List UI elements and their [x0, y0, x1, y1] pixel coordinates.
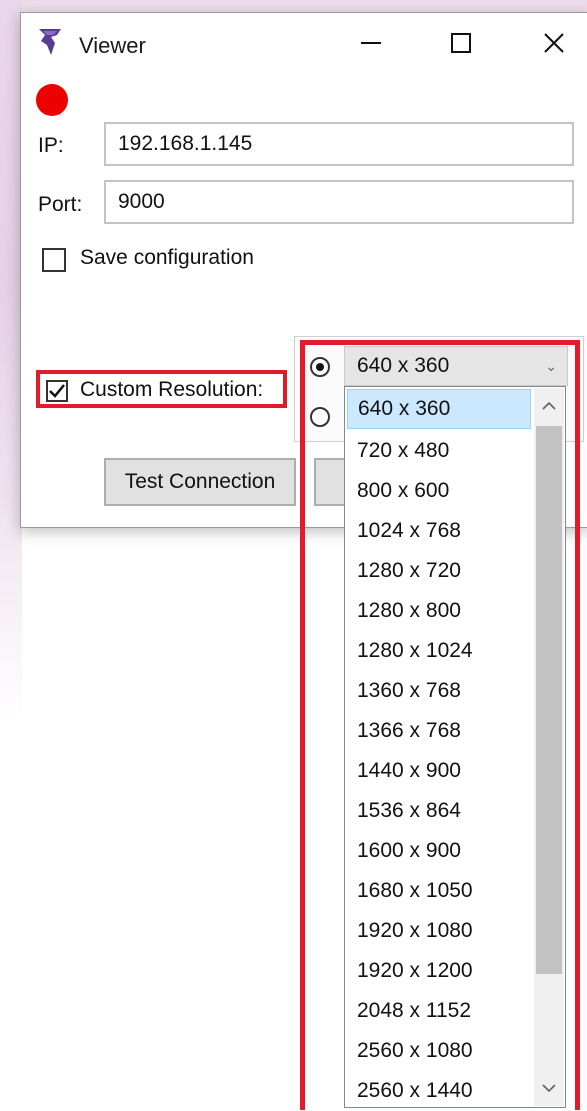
- save-configuration-label: Save configuration: [80, 246, 254, 269]
- test-connection-button[interactable]: Test Connection: [104, 458, 296, 506]
- window-title: Viewer: [79, 33, 146, 58]
- status-indicator: [36, 84, 68, 116]
- desktop-background-top: [22, 0, 587, 12]
- minimize-button[interactable]: [346, 23, 396, 63]
- close-icon: [544, 33, 564, 53]
- custom-resolution-checkbox[interactable]: [46, 380, 68, 402]
- checkmark-icon: [49, 384, 65, 398]
- maximize-button[interactable]: [436, 23, 486, 63]
- close-button[interactable]: [529, 23, 579, 63]
- desktop-background: [0, 0, 22, 720]
- app-icon: [39, 29, 61, 55]
- title-bar[interactable]: Viewer: [21, 13, 587, 75]
- custom-resolution-label: Custom Resolution:: [80, 378, 264, 401]
- ip-field[interactable]: 192.168.1.145: [104, 122, 574, 166]
- save-configuration-checkbox[interactable]: [42, 248, 66, 272]
- port-label: Port:: [38, 193, 83, 216]
- resolution-dropdown-highlight: [300, 340, 580, 1110]
- port-field[interactable]: 9000: [104, 180, 574, 224]
- maximize-icon: [451, 33, 471, 53]
- minimize-icon: [361, 42, 381, 44]
- ip-label: IP:: [38, 134, 64, 157]
